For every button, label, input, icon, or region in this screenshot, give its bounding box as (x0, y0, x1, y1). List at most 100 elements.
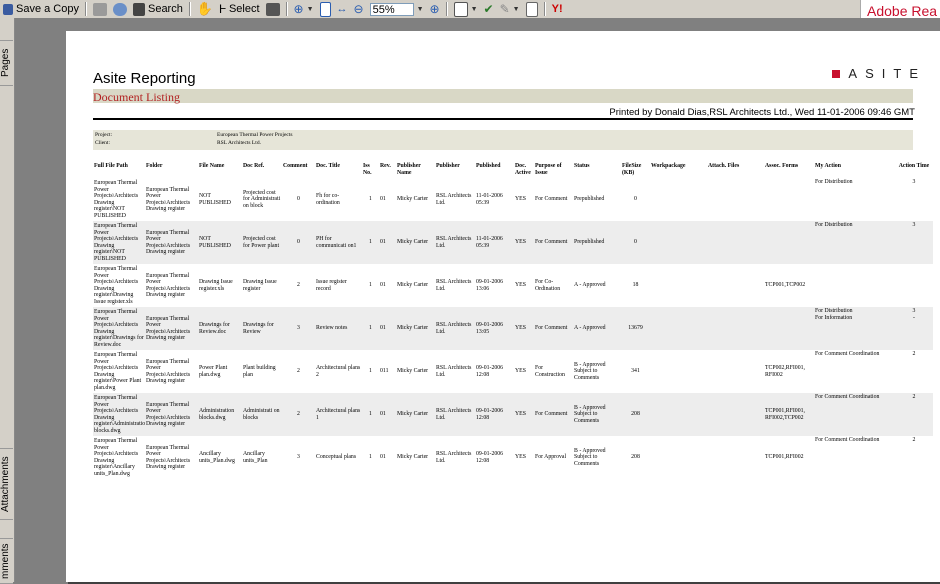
table-cell: 01 (379, 393, 396, 436)
magnifier-plus-icon: ⊕ (293, 2, 304, 16)
table-cell: Conceptual plans (316, 454, 357, 461)
tab-pages[interactable]: Pages (0, 40, 13, 86)
header-rule (93, 118, 913, 120)
search-button[interactable]: Search (130, 0, 186, 18)
document-button[interactable] (523, 0, 541, 18)
column-header: Doc. Title (316, 163, 340, 169)
table-cell: 0 (621, 221, 650, 264)
column-header: Published (476, 163, 501, 169)
zoom-in-button[interactable]: ⊕ (427, 0, 443, 18)
toolbar-separator (285, 2, 288, 16)
table-cell: European Thermal Power Projects\Architec… (94, 352, 142, 391)
review-button[interactable]: ✔ (481, 0, 497, 18)
binoculars-icon (132, 2, 145, 16)
table-cell (650, 350, 707, 393)
table-cell (707, 221, 764, 264)
table-cell (707, 350, 764, 393)
page-layout-button[interactable]: ▼ (451, 0, 481, 18)
table-cell: Drawings for Review.doc (198, 307, 242, 350)
email-button[interactable] (110, 0, 130, 18)
table-cell: Projected cost for Power plant (242, 221, 282, 264)
column-header: Doc. Active (515, 163, 531, 176)
table-cell: For Distribution (814, 221, 895, 264)
toolbar-separator (188, 2, 191, 16)
yahoo-toolbar-button[interactable]: Y! (549, 0, 566, 18)
table-cell: For Co-Ordination (535, 279, 561, 292)
printer-icon (92, 2, 107, 16)
table-cell: Architectural plans 2 (316, 365, 361, 378)
column-header: Workpackage (651, 163, 686, 169)
table-cell (764, 221, 814, 264)
fit-width-button[interactable]: ↔ (334, 0, 351, 18)
table-cell: 3 - (895, 307, 933, 350)
snapshot-button[interactable] (263, 0, 283, 18)
hand-icon: ✋ (196, 1, 214, 16)
table-row: European Thermal Power Projects\Architec… (93, 221, 933, 264)
table-cell: Drawings for Review (242, 307, 282, 350)
table-cell: European Thermal Power Projects\Architec… (146, 186, 191, 213)
zoom-out-button[interactable]: ⊖ (351, 0, 367, 18)
toolbar-separator (543, 2, 546, 16)
table-cell: YES (515, 282, 526, 289)
table-cell: 09-01-2006 13:06 (476, 279, 504, 292)
email-icon (112, 2, 127, 16)
select-label: Select (228, 3, 260, 15)
report-title: Asite Reporting (93, 70, 196, 87)
table-cell: European Thermal Power Projects\Architec… (94, 266, 139, 305)
column-header: Status (574, 163, 590, 169)
chevron-down-icon: ▼ (470, 5, 478, 13)
table-cell: European Thermal Power Projects\Architec… (146, 358, 191, 385)
table-cell: 01 (380, 454, 386, 461)
column-header: Comment (283, 163, 308, 169)
column-header: Assoc. Forms (765, 163, 799, 169)
column-header: Full File Path (94, 163, 128, 169)
column-header: File Name (199, 163, 225, 169)
table-cell (650, 264, 707, 307)
minus-circle-icon: ⊖ (353, 2, 364, 16)
select-tool-button[interactable]: Ⱶ Select (216, 0, 263, 18)
table-cell: 2 (912, 437, 916, 443)
table-cell: TCP001,RFI002 (765, 454, 804, 461)
tab-attachments[interactable]: Attachments (0, 448, 13, 520)
table-cell (707, 178, 764, 221)
table-cell: European Thermal Power Projects\Architec… (93, 393, 145, 436)
save-copy-button[interactable]: Save a Copy (0, 0, 82, 18)
client-label: Client: (95, 140, 110, 146)
table-cell: RSL Architects Ltd. (436, 451, 472, 464)
table-cell: TCP001,RFI001, RFI002,TCP002 (764, 393, 814, 436)
table-cell: RSL Architects Ltd. (435, 393, 475, 436)
table-cell: European Thermal Power Projects\Architec… (146, 444, 191, 471)
table-cell: Micky Carter (397, 454, 429, 461)
table-cell: 341 (631, 368, 640, 375)
table-cell: YES (514, 393, 534, 436)
fit-page-button[interactable] (317, 0, 334, 18)
table-cell: European Thermal Power Projects\Architec… (93, 221, 145, 264)
sign-button[interactable]: ✎ ▼ (497, 0, 523, 18)
table-cell: 3 (895, 221, 933, 264)
table-cell (814, 264, 895, 307)
table-cell: RSL Architects Ltd. (435, 307, 475, 350)
table-row: European Thermal Power Projects\Architec… (93, 264, 933, 307)
hand-tool-button[interactable]: ✋ (194, 0, 216, 18)
print-button[interactable] (90, 0, 110, 18)
table-cell: 11-01-2006 05:39 (476, 193, 503, 206)
table-cell: PH for communicati on1 (315, 221, 362, 264)
table-cell: Micky Carter (396, 307, 435, 350)
table-cell: Administrati on blocks (242, 393, 282, 436)
zoom-value[interactable]: 55% (369, 2, 414, 16)
table-cell: 1 (369, 196, 372, 203)
floppy-disk-icon (3, 3, 13, 15)
table-cell (707, 307, 764, 350)
table-cell: Projected cost for Administrati on block (243, 189, 281, 209)
table-cell: European Thermal Power Projects\Architec… (94, 438, 139, 477)
zoom-dropdown[interactable]: 55% ▼ (367, 0, 427, 18)
tab-comments[interactable]: mments (0, 538, 13, 584)
toolbar-separator (445, 2, 448, 16)
document-canvas[interactable]: Asite Reporting ASITE Document Listing P… (15, 18, 940, 582)
table-cell: 1 (369, 368, 372, 375)
table-cell: For Comment (534, 393, 573, 436)
fit-page-icon (319, 1, 331, 17)
save-copy-label: Save a Copy (16, 3, 79, 15)
zoom-in-tool-button[interactable]: ⊕ ▼ (291, 0, 317, 18)
column-header: Doc Ref. (243, 163, 265, 169)
